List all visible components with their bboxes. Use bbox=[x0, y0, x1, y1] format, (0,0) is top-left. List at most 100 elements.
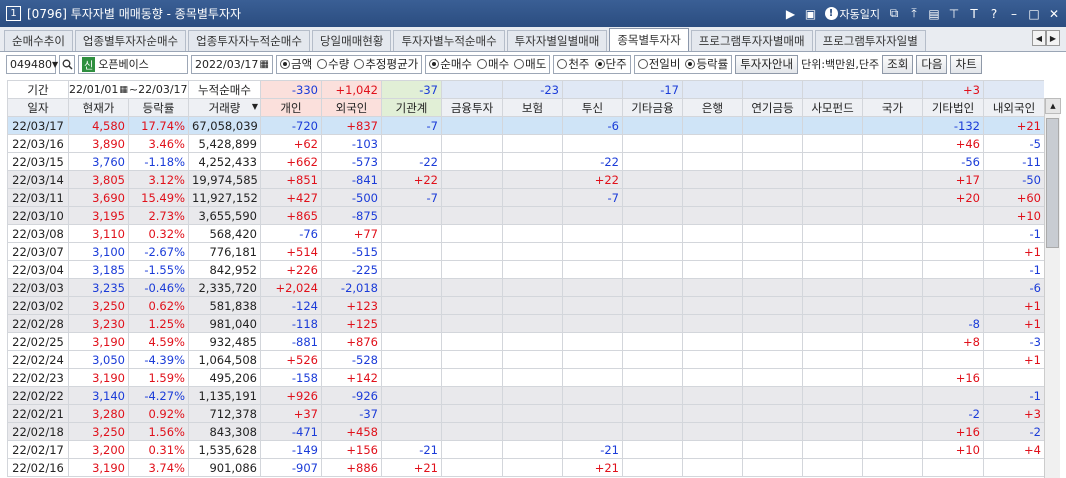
table-cell: -8 bbox=[922, 314, 984, 333]
calendar-icon[interactable]: ▦ bbox=[260, 59, 269, 70]
table-row[interactable]: 22/02/25 3,190 4.59% 932,485 -881 +876 +8 -3 bbox=[7, 332, 1044, 351]
pin-icon[interactable]: ⊤ bbox=[948, 7, 960, 21]
table-row[interactable]: 22/03/17 4,580 17.74% 67,058,039 -720 +837 -7 -… bbox=[7, 116, 1044, 135]
export-icon[interactable]: ⧉ bbox=[888, 6, 900, 21]
table-cell: -21 bbox=[381, 440, 442, 459]
table-row[interactable]: 22/02/21 3,280 0.92% 712,378 +37 -37 -2 +3 bbox=[7, 404, 1044, 423]
table-row[interactable]: 22/03/04 3,185 -1.55% 842,952 +226 -225 -1 bbox=[7, 260, 1044, 279]
period-from[interactable]: 22/01/01 bbox=[70, 83, 119, 96]
autolog-button[interactable]: ! 자동일지 bbox=[824, 6, 880, 22]
unit-radio-0[interactable]: 천주 bbox=[557, 56, 590, 72]
table-row[interactable]: 22/02/17 3,200 0.31% 1,535,628 -149 +156 -21 -2… bbox=[7, 440, 1044, 459]
tab-3[interactable]: 당일매매현황 bbox=[311, 30, 392, 51]
date-input[interactable]: 2022/03/17 ▦ bbox=[191, 54, 273, 74]
table-row[interactable]: 22/03/02 3,250 0.62% 581,838 -124 +123 +1 bbox=[7, 296, 1044, 315]
tab-2[interactable]: 업종투자자누적순매수 bbox=[188, 30, 310, 51]
tab-0[interactable]: 순매수추이 bbox=[4, 30, 73, 51]
scroll-thumb[interactable] bbox=[1046, 118, 1059, 248]
help-icon[interactable]: ? bbox=[988, 7, 1000, 21]
column-header[interactable]: 연기금등 bbox=[742, 98, 803, 117]
cumulative-sum: -37 bbox=[381, 80, 442, 99]
column-header[interactable]: 등락률 bbox=[128, 98, 189, 117]
up-icon[interactable]: ⤒ bbox=[908, 6, 920, 21]
column-header[interactable]: 개인 bbox=[260, 98, 322, 117]
vertical-scrollbar[interactable]: ▲ bbox=[1044, 98, 1061, 478]
table-row[interactable]: 22/03/11 3,690 15.49% 11,927,152 +427 -500 -7-… bbox=[7, 188, 1044, 207]
maximize-icon[interactable]: □ bbox=[1028, 7, 1040, 21]
column-header[interactable]: 거래량 ▼ bbox=[188, 98, 261, 117]
compare-radio-0[interactable]: 전일비 bbox=[637, 56, 680, 72]
tab-7[interactable]: 프로그램투자자별매매 bbox=[690, 30, 813, 51]
table-row[interactable]: 22/02/24 3,050 -4.39% 1,064,508 +526 -528 +1 bbox=[7, 350, 1044, 369]
screen-icon[interactable]: ▣ bbox=[805, 7, 817, 21]
table-row[interactable]: 22/03/03 3,235 -0.46% 2,335,720 +2,024 -2,018… bbox=[7, 278, 1044, 297]
minimize-icon[interactable]: – bbox=[1008, 7, 1020, 21]
column-header[interactable]: 사모펀드 bbox=[802, 98, 863, 117]
radio-dot-icon bbox=[514, 59, 525, 69]
column-header[interactable]: 기관계 bbox=[381, 98, 442, 117]
column-header[interactable]: 은행 bbox=[682, 98, 743, 117]
column-header[interactable]: 내외국인 bbox=[983, 98, 1044, 117]
table-row[interactable]: 22/03/08 3,110 0.32% 568,420 -76 +77 -1 bbox=[7, 224, 1044, 243]
compare-radio-1[interactable]: 등락률 bbox=[685, 56, 728, 72]
tab-1[interactable]: 업종별투자자순매수 bbox=[74, 30, 187, 51]
column-header[interactable]: 금융투자 bbox=[441, 98, 503, 117]
column-header[interactable]: 투신 bbox=[562, 98, 623, 117]
trade-radio-1[interactable]: 매수 bbox=[477, 56, 509, 72]
table-row[interactable]: 22/02/23 3,190 1.59% 495,206 -158 +142 +16 bbox=[7, 368, 1044, 387]
table-cell bbox=[862, 188, 923, 207]
table-cell: -132 bbox=[922, 116, 984, 135]
sort-down-icon[interactable]: ▼ bbox=[252, 102, 258, 111]
table-cell: 19,974,585 bbox=[188, 170, 261, 189]
amount-radio-0[interactable]: 금액 bbox=[280, 56, 312, 72]
period-range[interactable]: 22/01/01 ▦ ~ 22/03/17 ▦ bbox=[68, 80, 189, 99]
tab-5[interactable]: 투자자별일별매매 bbox=[506, 30, 608, 51]
unit-radio-1[interactable]: 단주 bbox=[594, 56, 627, 72]
stock-code-input[interactable]: 049480 ▼ bbox=[6, 54, 58, 74]
tab-6[interactable]: 종목별투자자 bbox=[609, 28, 689, 51]
column-header[interactable]: 기타법인 bbox=[922, 98, 984, 117]
amount-radio-2[interactable]: 추정평균가 bbox=[354, 56, 418, 72]
tab-right-icon[interactable]: ▶ bbox=[1046, 30, 1060, 46]
unit-radio-group: 천주 단주 bbox=[553, 54, 631, 74]
table-cell bbox=[682, 386, 743, 405]
table-row[interactable]: 22/02/22 3,140 -4.27% 1,135,191 +926 -926 -1 bbox=[7, 386, 1044, 405]
table-row[interactable]: 22/03/07 3,100 -2.67% 776,181 +514 -515 +1 bbox=[7, 242, 1044, 261]
tab-8[interactable]: 프로그램투자자일별 bbox=[814, 30, 926, 51]
table-cell: 3,110 bbox=[68, 224, 129, 243]
table-row[interactable]: 22/03/15 3,760 -1.18% 4,252,433 +662 -573 -22-… bbox=[7, 152, 1044, 171]
close-icon[interactable]: ✕ bbox=[1048, 7, 1060, 21]
table-row[interactable]: 22/02/18 3,250 1.56% 843,308 -471 +458 +16 -2 bbox=[7, 422, 1044, 441]
search-icon[interactable] bbox=[59, 54, 75, 74]
amount-radio-1[interactable]: 수량 bbox=[317, 56, 349, 72]
table-row[interactable]: 22/03/10 3,195 2.73% 3,655,590 +865 -875 +10 bbox=[7, 206, 1044, 225]
chevron-down-icon[interactable]: ▼ bbox=[52, 60, 58, 69]
column-header[interactable]: 현재가 bbox=[68, 98, 129, 117]
stock-name-field[interactable]: 신 오픈베이스 bbox=[78, 54, 188, 74]
trade-radio-2[interactable]: 매도 bbox=[514, 56, 546, 72]
period-to[interactable]: 22/03/17 bbox=[138, 83, 187, 96]
column-header[interactable]: 일자 bbox=[7, 98, 69, 117]
table-cell: 3,195 bbox=[68, 206, 129, 225]
font-icon[interactable]: T bbox=[968, 7, 980, 21]
investor-guide-button[interactable]: 투자자안내 bbox=[735, 54, 799, 74]
column-header[interactable]: 국가 bbox=[862, 98, 923, 117]
calendar-icon[interactable]: ▦ bbox=[119, 85, 128, 95]
table-row[interactable]: 22/03/16 3,890 3.46% 5,428,899 +62 -103 +46 -5 bbox=[7, 134, 1044, 153]
table-row[interactable]: 22/02/28 3,230 1.25% 981,040 -118 +125 -8 +1 bbox=[7, 314, 1044, 333]
table-row[interactable]: 22/02/16 3,190 3.74% 901,086 -907 +886 +21 +21 bbox=[7, 458, 1044, 477]
scroll-up-icon[interactable]: ▲ bbox=[1045, 98, 1061, 114]
column-header[interactable]: 보험 bbox=[502, 98, 563, 117]
play-icon[interactable]: ▶ bbox=[785, 7, 797, 21]
column-header[interactable]: 외국인 bbox=[321, 98, 382, 117]
tab-4[interactable]: 투자자별누적순매수 bbox=[393, 30, 505, 51]
table-cell: 22/03/08 bbox=[7, 224, 69, 243]
tab-left-icon[interactable]: ◀ bbox=[1032, 30, 1046, 46]
trade-radio-0[interactable]: 순매수 bbox=[429, 56, 472, 72]
table-row[interactable]: 22/03/14 3,805 3.12% 19,974,585 +851 -841 +22 +… bbox=[7, 170, 1044, 189]
search-button[interactable]: 조회 bbox=[882, 54, 914, 74]
chart-button[interactable]: 차트 bbox=[950, 54, 982, 74]
column-header[interactable]: 기타금융 bbox=[622, 98, 683, 117]
next-button[interactable]: 다음 bbox=[916, 54, 948, 74]
lock-icon[interactable]: ▤ bbox=[928, 7, 940, 21]
